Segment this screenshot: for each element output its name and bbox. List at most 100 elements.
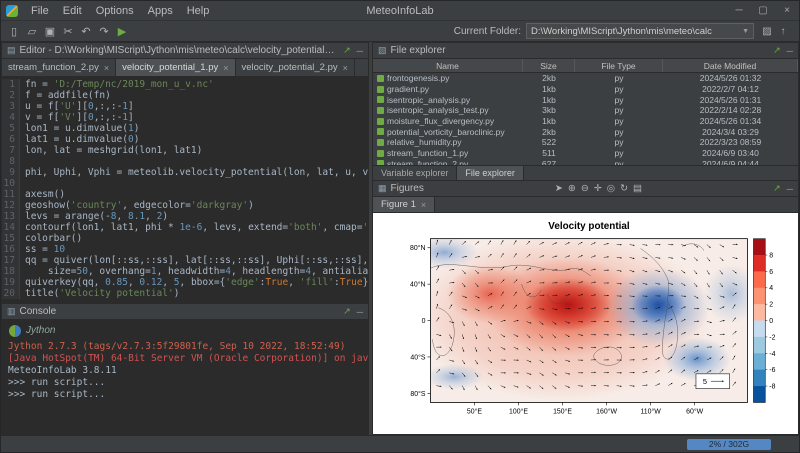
code-text: phi, Uphi, Vphi = meteolib.velocity_pote… <box>20 167 368 178</box>
tab-variable-explorer[interactable]: Variable explorer <box>373 166 457 180</box>
minimize-panel-icon[interactable]: ─ <box>357 307 363 317</box>
figure-plot: Velocity potential <box>373 213 798 434</box>
float-panel-icon[interactable]: ↗ <box>773 183 781 194</box>
minimize-panel-icon[interactable]: ─ <box>357 46 363 56</box>
float-panel-icon[interactable]: ↗ <box>343 306 351 317</box>
table-row[interactable]: stream_function_2.py627py2024/6/9 04:44 <box>373 159 798 166</box>
identify-icon[interactable]: ▤ <box>633 183 642 194</box>
minimize-panel-icon[interactable]: ─ <box>787 46 793 56</box>
editor-tab-velocity_potential_1.py[interactable]: velocity_potential_1.py × <box>116 59 235 76</box>
editor-tab-label: velocity_potential_2.py <box>242 62 338 73</box>
file-name-cell: moisture_flux_divergency.py <box>373 116 523 126</box>
editor-tab-stream_function_2.py[interactable]: stream_function_2.py× <box>2 59 116 76</box>
zoom-out-icon[interactable]: ⊖ <box>581 183 589 194</box>
parent-folder-icon[interactable]: ↑ <box>775 26 791 37</box>
line-number: 6 <box>2 134 20 145</box>
x-axis-ticks: 50°E100°E150°E160°W110°W60°W <box>467 402 704 415</box>
left-column: ▤ Editor - D:\Working\MIScript\Jython\mi… <box>1 42 369 435</box>
undo-icon[interactable]: ↶ <box>77 25 95 38</box>
file-type-cell: py <box>575 105 663 115</box>
redo-icon[interactable]: ↷ <box>95 25 113 38</box>
file-date-cell: 2022/2/7 04:12 <box>663 84 798 94</box>
code-text: size=50, overhang=1, headwidth=4, headle… <box>20 266 368 277</box>
menu-edit[interactable]: Edit <box>56 5 89 17</box>
close-button[interactable]: × <box>775 5 799 16</box>
jython-logo: Jython <box>8 324 362 338</box>
editor-tab-velocity_potential_2.py[interactable]: velocity_potential_2.py × <box>236 59 355 76</box>
file-type-cell: py <box>575 116 663 126</box>
editor-panel: ▤ Editor - D:\Working\MIScript\Jython\mi… <box>1 42 369 304</box>
close-icon[interactable]: × <box>421 200 426 210</box>
open-file-icon[interactable]: ▱ <box>23 25 41 38</box>
column-header-file-type[interactable]: File Type <box>575 59 663 72</box>
editor-tab-label: velocity_potential_1.py <box>122 62 218 73</box>
pan-icon[interactable]: ✛ <box>594 183 602 194</box>
code-text: levs = arange(-8, 8.1, 2) <box>20 211 168 222</box>
cut-icon[interactable]: ✂ <box>59 25 77 38</box>
maximize-button[interactable]: ▢ <box>751 5 775 16</box>
menu-apps[interactable]: Apps <box>141 5 180 17</box>
table-row[interactable]: frontogenesis.py2kbpy2024/5/26 01:32 <box>373 73 798 84</box>
code-line: 4v = f['V'][0,:,:-1] <box>2 112 368 123</box>
save-icon[interactable]: ▣ <box>41 25 59 38</box>
code-editor[interactable]: 1fn = 'D:/Temp/nc/2019_mon_u_v.nc'2f = a… <box>2 77 368 303</box>
full-extent-icon[interactable]: ◎ <box>607 183 615 194</box>
column-header-size[interactable]: Size <box>523 59 575 72</box>
editor-header: ▤ Editor - D:\Working\MIScript\Jython\mi… <box>2 43 368 59</box>
python-file-icon <box>377 118 384 125</box>
column-header-name[interactable]: Name <box>373 59 523 72</box>
file-date-cell: 2024/6/9 03:40 <box>663 148 798 158</box>
figure-canvas[interactable]: Velocity potential <box>373 213 798 434</box>
code-line: 20title('Velocity potential') <box>2 288 368 299</box>
close-icon[interactable]: × <box>223 63 228 73</box>
tab-file-explorer[interactable]: File explorer <box>457 166 524 180</box>
float-panel-icon[interactable]: ↗ <box>343 45 351 56</box>
table-row[interactable]: isentropic_analysis.py1kbpy2024/5/26 01:… <box>373 94 798 105</box>
minimize-button[interactable]: ─ <box>727 5 751 16</box>
run-icon[interactable]: ▶ <box>113 25 131 38</box>
line-number: 16 <box>2 244 20 255</box>
code-line: 2f = addfile(fn) <box>2 90 368 101</box>
figure-tabs: Figure 1 × <box>373 197 798 213</box>
rotate-icon[interactable]: ↻ <box>620 183 628 194</box>
select-icon[interactable]: ➤ <box>555 183 563 194</box>
right-column: ▧ File explorer ↗ ─ NameSizeFile TypeDat… <box>372 42 799 435</box>
code-line: 7lon, lat = meshgrid(lon1, lat1) <box>2 145 368 156</box>
table-row[interactable]: potential_vorticity_baroclinic.py2kbpy20… <box>373 126 798 137</box>
console-header: ▥ Console ↗ ─ <box>2 304 368 320</box>
menu-bar: FileEditOptionsAppsHelp <box>24 5 216 17</box>
main-toolbar: ▯▱▣✂↶↷▶ Current Folder: D:\Working\MIScr… <box>1 21 799 42</box>
svg-text:150°E: 150°E <box>553 407 572 415</box>
code-text: quiverkey(qq, 0.85, 0.12, 5, bbox={'edge… <box>20 277 368 288</box>
chevron-down-icon[interactable]: ▼ <box>742 28 749 35</box>
float-panel-icon[interactable]: ↗ <box>773 45 781 56</box>
close-icon[interactable]: × <box>104 63 109 73</box>
new-file-icon[interactable]: ▯ <box>5 25 23 38</box>
current-folder-combobox[interactable]: D:\Working\MIScript\Jython\mis\meteo\cal… <box>526 23 754 39</box>
table-row[interactable]: gradient.py1kbpy2022/2/7 04:12 <box>373 84 798 95</box>
table-row[interactable]: stream_function_1.py511py2024/6/9 03:40 <box>373 148 798 159</box>
table-row[interactable]: relative_humidity.py522py2022/3/23 08:59 <box>373 137 798 148</box>
browse-folder-icon[interactable]: ▨ <box>759 26 775 37</box>
file-table-rows: frontogenesis.py2kbpy2024/5/26 01:32grad… <box>373 73 798 165</box>
code-text: lon, lat = meshgrid(lon1, lat1) <box>20 145 202 156</box>
menu-help[interactable]: Help <box>180 5 217 17</box>
file-size-cell: 627 <box>523 159 575 165</box>
column-header-date-modified[interactable]: Date Modified <box>663 59 798 72</box>
close-icon[interactable]: × <box>343 63 348 73</box>
minimize-panel-icon[interactable]: ─ <box>787 184 793 194</box>
file-name-cell: relative_humidity.py <box>373 137 523 147</box>
table-row[interactable]: moisture_flux_divergency.py1kbpy2024/5/2… <box>373 116 798 127</box>
menu-file[interactable]: File <box>24 5 56 17</box>
current-folder-value: D:\Working\MIScript\Jython\mis\meteo\cal… <box>531 26 712 37</box>
file-size-cell: 1kb <box>523 95 575 105</box>
menu-options[interactable]: Options <box>89 5 141 17</box>
zoom-in-icon[interactable]: ⊕ <box>568 183 576 194</box>
memory-indicator[interactable]: 2% / 302G <box>687 439 771 450</box>
file-name-cell: potential_vorticity_baroclinic.py <box>373 127 523 137</box>
explorer-bottom-tabs: Variable explorerFile explorer <box>372 166 799 181</box>
figure-tab[interactable]: Figure 1 × <box>373 197 435 212</box>
table-row[interactable]: isentropic_analysis_test.py3kbpy2022/2/1… <box>373 105 798 116</box>
file-date-cell: 2022/3/23 08:59 <box>663 137 798 147</box>
console-output[interactable]: Jython Jython 2.7.3 (tags/v2.7.3:5f29801… <box>2 320 368 434</box>
